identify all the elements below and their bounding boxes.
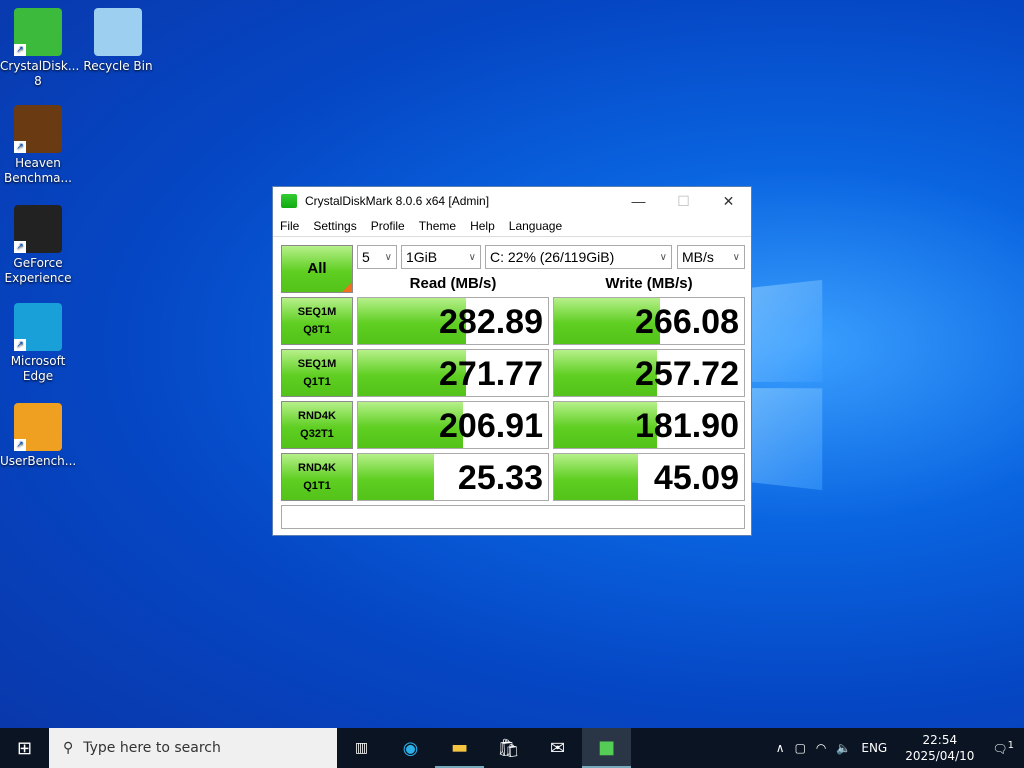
- write-result: 181.90: [553, 401, 745, 449]
- shortcut-arrow-icon: ↗: [14, 439, 26, 451]
- chevron-down-icon: ∨: [659, 251, 667, 263]
- write-result: 266.08: [553, 297, 745, 345]
- shortcut-arrow-icon: ↗: [14, 44, 26, 56]
- size-select[interactable]: 1GiB ∨: [401, 245, 481, 269]
- test-button[interactable]: RND4K Q1T1: [281, 453, 353, 501]
- language-indicator[interactable]: ENG: [861, 741, 887, 755]
- app-icon: ↗: [14, 205, 62, 253]
- search-icon: ⚲: [63, 740, 74, 756]
- volume-icon[interactable]: 🔈: [836, 741, 851, 755]
- all-label: All: [307, 260, 327, 277]
- unit-select[interactable]: MB/s ∨: [677, 245, 745, 269]
- desktop-icon-label: Recycle Bin: [83, 59, 153, 73]
- notifications-icon[interactable]: 🗨1: [992, 740, 1014, 756]
- search-placeholder: Type here to search: [83, 740, 221, 756]
- desktop-icon[interactable]: ↗ CrystalDisk... 8: [0, 8, 80, 89]
- desktop-icon[interactable]: ↗ Microsoft Edge: [0, 303, 76, 384]
- drive-select[interactable]: C: 22% (26/119GiB) ∨: [485, 245, 672, 269]
- menu-theme[interactable]: Theme: [412, 219, 463, 233]
- read-header: Read (MB/s): [409, 275, 497, 292]
- test-button[interactable]: RND4K Q32T1: [281, 401, 353, 449]
- desktop-icon[interactable]: Recycle Bin: [80, 8, 156, 74]
- read-result: 206.91: [357, 401, 549, 449]
- menu-language[interactable]: Language: [502, 219, 569, 233]
- shortcut-arrow-icon: ↗: [14, 141, 26, 153]
- desktop-icon-label: GeForce Experience: [4, 256, 72, 285]
- maximize-button[interactable]: ☐: [661, 193, 706, 210]
- menu-profile[interactable]: Profile: [364, 219, 412, 233]
- desktop-icon-label: CrystalDisk... 8: [0, 59, 80, 88]
- app-icon: ↗: [14, 303, 62, 351]
- minimize-button[interactable]: —: [616, 193, 661, 209]
- count-select[interactable]: 5 ∨: [357, 245, 397, 269]
- chevron-down-icon: ∨: [732, 251, 740, 263]
- window-title: CrystalDiskMark 8.0.6 x64 [Admin]: [305, 194, 490, 208]
- test-button[interactable]: SEQ1M Q1T1: [281, 349, 353, 397]
- read-result: 282.89: [357, 297, 549, 345]
- app-icon: ↗: [14, 105, 62, 153]
- app-icon: [281, 194, 297, 208]
- shortcut-arrow-icon: ↗: [14, 241, 26, 253]
- menu-settings[interactable]: Settings: [306, 219, 363, 233]
- crystaldiskmark-window: CrystalDiskMark 8.0.6 x64 [Admin] — ☐ ✕ …: [272, 186, 752, 536]
- test-button[interactable]: SEQ1M Q8T1: [281, 297, 353, 345]
- mail-icon[interactable]: ✉: [533, 728, 582, 768]
- read-result: 271.77: [357, 349, 549, 397]
- write-result: 257.72: [553, 349, 745, 397]
- corner-mark: [342, 282, 352, 292]
- camera-icon[interactable]: ▢: [795, 741, 806, 755]
- app-icon: ↗: [14, 403, 62, 451]
- taskbar: ⊞ ⚲ Type here to search ▥ ◉ ▬ 🛍 ✉ ■ ∧ ▢ ◠…: [0, 728, 1024, 768]
- file-explorer-icon[interactable]: ▬: [435, 728, 484, 768]
- wifi-icon[interactable]: ◠: [816, 741, 826, 755]
- chevron-up-icon[interactable]: ∧: [776, 741, 785, 755]
- menu-bar: File Settings Profile Theme Help Languag…: [273, 215, 751, 237]
- read-result: 25.33: [357, 453, 549, 501]
- shortcut-arrow-icon: ↗: [14, 339, 26, 351]
- store-icon[interactable]: 🛍: [484, 728, 533, 768]
- clock[interactable]: 22:54 2025/04/10: [905, 732, 974, 764]
- desktop-icon[interactable]: ↗ UserBench...: [0, 403, 76, 469]
- menu-file[interactable]: File: [273, 219, 306, 233]
- all-button[interactable]: All: [281, 245, 353, 293]
- desktop-icon-label: Heaven Benchma...: [4, 156, 72, 185]
- search-box[interactable]: ⚲ Type here to search: [49, 728, 337, 768]
- system-tray: ∧ ▢ ◠ 🔈 ENG 22:54 2025/04/10 🗨1: [776, 732, 1024, 764]
- close-button[interactable]: ✕: [706, 193, 751, 210]
- desktop-icon-label: Microsoft Edge: [10, 354, 66, 383]
- title-bar[interactable]: CrystalDiskMark 8.0.6 x64 [Admin] — ☐ ✕: [273, 187, 751, 215]
- read-bar: [358, 454, 434, 500]
- desktop-icon[interactable]: ↗ Heaven Benchma...: [0, 105, 76, 186]
- task-view-icon[interactable]: ▥: [337, 728, 386, 768]
- start-button[interactable]: ⊞: [0, 728, 49, 768]
- write-header: Write (MB/s): [605, 275, 693, 292]
- desktop-icon-label: UserBench...: [0, 454, 77, 468]
- edge-icon[interactable]: ◉: [386, 728, 435, 768]
- chevron-down-icon: ∨: [468, 251, 476, 263]
- chevron-down-icon: ∨: [384, 251, 392, 263]
- menu-help[interactable]: Help: [463, 219, 502, 233]
- status-bar: [281, 505, 745, 529]
- crystaldiskmark-taskbar-icon[interactable]: ■: [582, 728, 631, 768]
- write-bar: [554, 454, 638, 500]
- write-result: 45.09: [553, 453, 745, 501]
- app-icon: [94, 8, 142, 56]
- app-icon: ↗: [14, 8, 62, 56]
- desktop-icon[interactable]: ↗ GeForce Experience: [0, 205, 76, 286]
